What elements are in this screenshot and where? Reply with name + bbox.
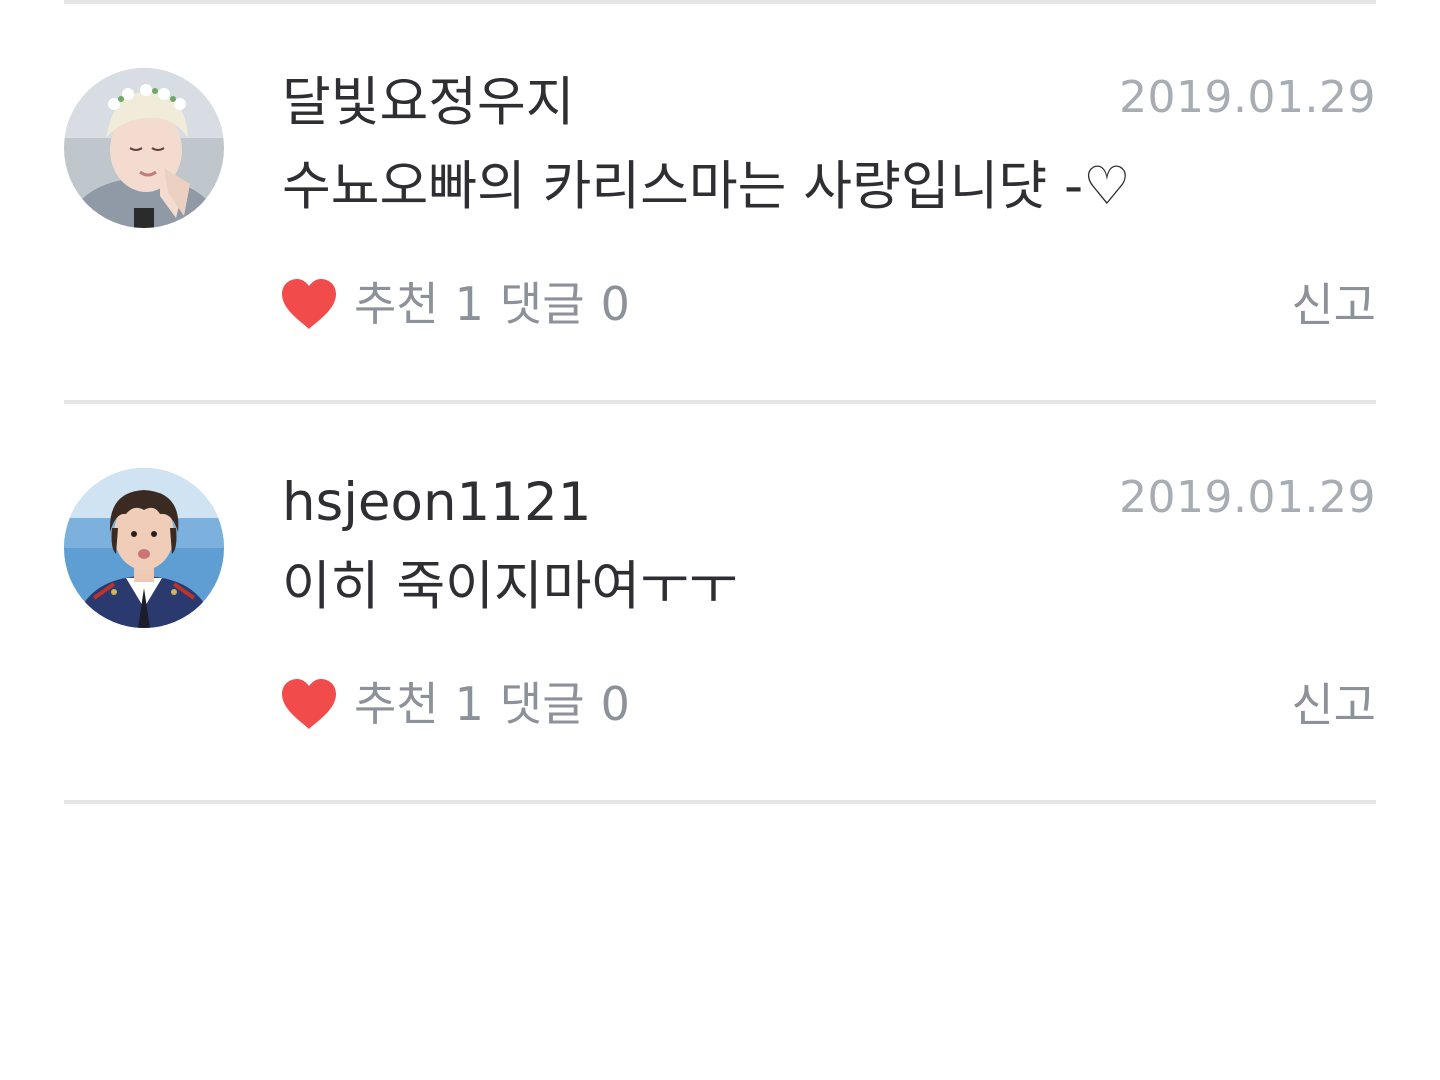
avatar[interactable] — [64, 68, 224, 228]
comment-date: 2019.01.29 — [1119, 472, 1376, 523]
recommend-count: 1 — [454, 677, 484, 731]
avatar[interactable] — [64, 468, 224, 628]
comment-text: 이히 죽이지마여ㅜㅜ — [282, 556, 738, 617]
recommend-label: 추천 — [354, 277, 439, 331]
comment-actions: 추천 1 댓글 0 — [280, 274, 646, 334]
report-button[interactable]: 신고 — [1291, 682, 1376, 728]
comment-date: 2019.01.29 — [1119, 72, 1376, 123]
recommend-count: 1 — [454, 277, 484, 331]
comment-text: 수뇨오빠의 카리스마는 사량입니댯 -♡ — [282, 156, 1131, 217]
reply-count[interactable]: 0 — [601, 681, 630, 727]
comment-item: 달빛요정우지 2019.01.29 수뇨오빠의 카리스마는 사량입니댯 -♡ 추… — [64, 4, 1376, 400]
reply-label[interactable]: 댓글 — [500, 281, 585, 327]
comment-author[interactable]: hsjeon1121 — [282, 476, 591, 529]
avatar-image — [64, 68, 224, 228]
reply-count[interactable]: 0 — [601, 281, 630, 327]
heart-icon[interactable] — [280, 678, 338, 730]
comment-author[interactable]: 달빛요정우지 — [282, 76, 575, 129]
heart-icon[interactable] — [280, 278, 338, 330]
reply-label[interactable]: 댓글 — [500, 681, 585, 727]
comment-list: 달빛요정우지 2019.01.29 수뇨오빠의 카리스마는 사량입니댯 -♡ 추… — [0, 0, 1440, 1080]
comment-actions: 추천 1 댓글 0 — [280, 674, 646, 734]
recommend-label: 추천 — [354, 677, 439, 731]
avatar-image — [64, 468, 224, 628]
report-button[interactable]: 신고 — [1291, 282, 1376, 328]
comment-item: hsjeon1121 2019.01.29 이히 죽이지마여ㅜㅜ 추천 1 댓글… — [64, 404, 1376, 800]
divider — [64, 800, 1376, 804]
